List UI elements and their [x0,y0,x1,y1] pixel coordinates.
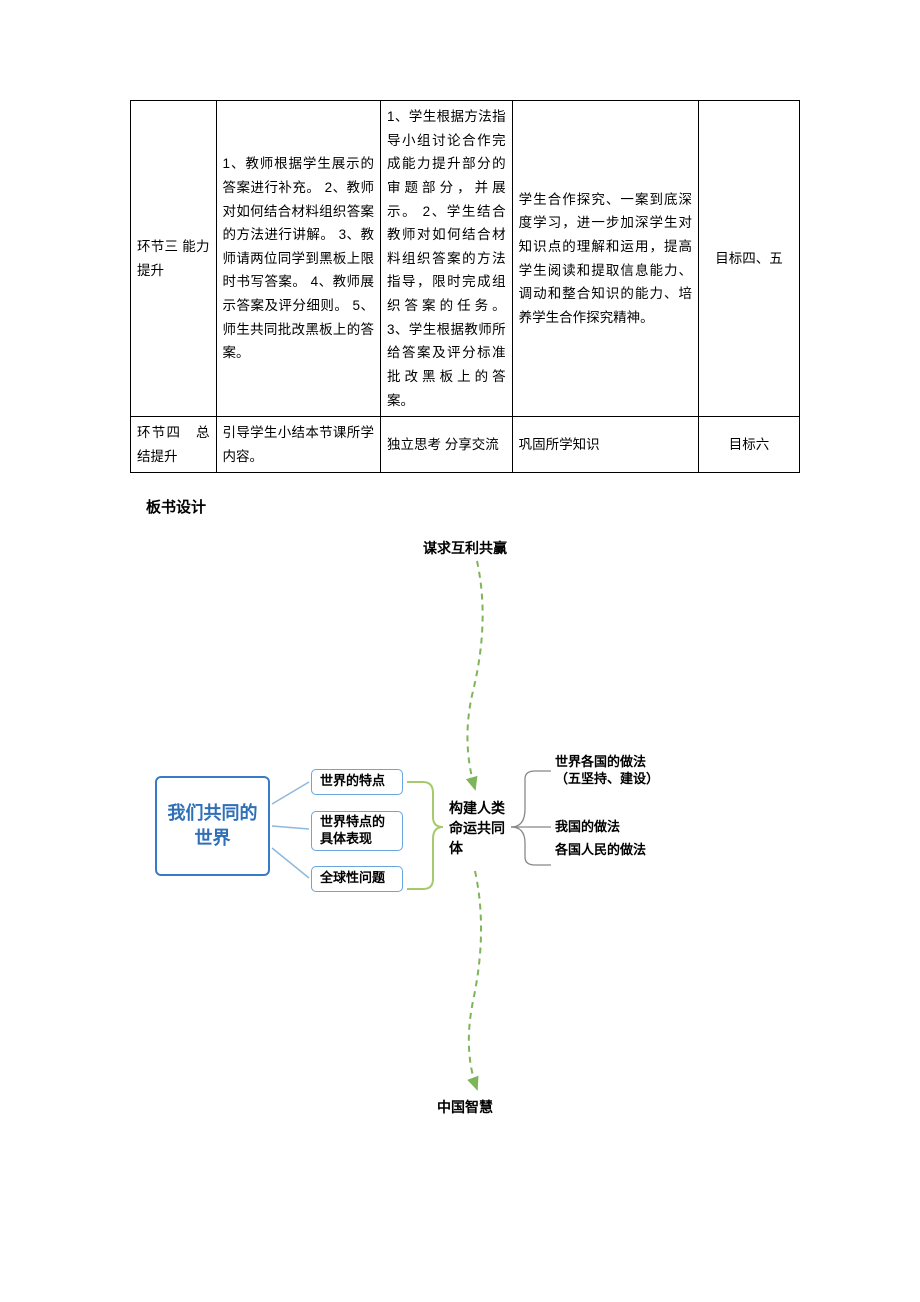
cell-goal: 目标六 [699,417,800,473]
board-design-diagram: 谋求互利共赢 中国智慧 我们共同的世界 世界的特点 世界特点的具体表现 全球性问… [155,531,775,1161]
diagram-mid-box: 世界特点的具体表现 [311,811,403,851]
diagram-mid-box: 全球性问题 [311,866,403,892]
diagram-main-box: 我们共同的世界 [155,776,270,876]
cell-teacher: 1、教师根据学生展示的答案进行补充。 2、教师对如何结合材料组织答案的方法进行讲… [216,101,381,417]
cell-intent: 学生合作探究、一案到底深度学习，进一步加深学生对知识点的理解和运用，提高学生阅读… [512,101,698,417]
table-row: 环节四 总结提升 引导学生小结本节课所学内容。 独立思考 分享交流 巩固所学知识… [131,417,800,473]
diagram-right-item: 世界各国的做法（五坚持、建设） [555,753,660,788]
cell-goal: 目标四、五 [699,101,800,417]
cell-student: 独立思考 分享交流 [381,417,513,473]
diagram-center-text: 构建人类命运共同体 [449,798,509,859]
lesson-table: 环节三 能力提升 1、教师根据学生展示的答案进行补充。 2、教师对如何结合材料组… [130,100,800,473]
diagram-mid-box: 世界的特点 [311,769,403,795]
cell-stage: 环节四 总结提升 [131,417,217,473]
cell-student: 1、学生根据方法指导小组讨论合作完成能力提升部分的审题部分，并展示。 2、学生结… [381,101,513,417]
diagram-right-item: 各国人民的做法 [555,841,660,859]
diagram-top-label: 谋求互利共赢 [423,537,507,561]
table-row: 环节三 能力提升 1、教师根据学生展示的答案进行补充。 2、教师对如何结合材料组… [131,101,800,417]
section-title: 板书设计 [130,495,800,521]
cell-teacher: 引导学生小结本节课所学内容。 [216,417,381,473]
diagram-right-item: 我国的做法 [555,818,660,836]
cell-stage: 环节三 能力提升 [131,101,217,417]
cell-intent: 巩固所学知识 [512,417,698,473]
diagram-bottom-label: 中国智慧 [437,1096,493,1120]
